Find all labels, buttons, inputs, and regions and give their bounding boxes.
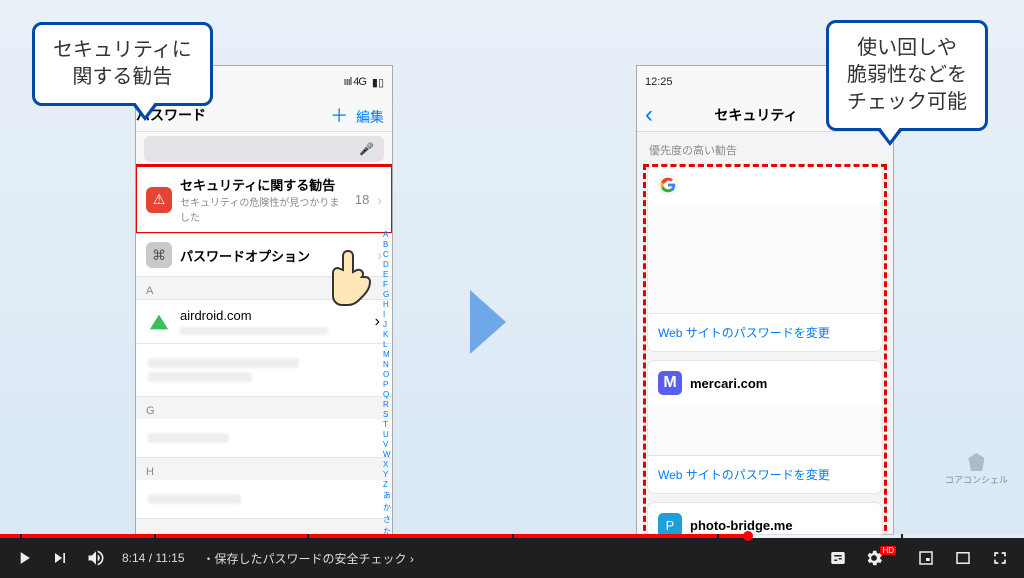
brand-logo-icon [968,453,984,471]
section-header: 優先度の高い勧告 [637,132,893,162]
chevron-right-icon: › [375,313,380,331]
section-header: G [136,397,392,419]
nav-title: パスワード [136,105,330,125]
row-subtitle: セキュリティの危険性が見つかりました [180,194,347,224]
brand-name: コアコンシェル [945,473,1008,486]
nav-actions: ＋ 編集 [330,102,384,128]
battery-icon: ▮▯ [372,76,384,89]
signal-indicator: ıııl 4G [344,76,366,88]
site-name: mercari.com [690,376,767,391]
pointing-hand-icon [328,245,374,315]
video-player-controls: 8:14 / 11:15 ・保存したパスワードの安全チェック › HD [0,538,1024,578]
site-icon: P [658,513,682,535]
shield-alert-icon: ⚠ [146,187,172,213]
mic-icon[interactable]: 🎤 [359,142,374,156]
callout-tail [876,128,904,146]
callout-right: 使い回しや 脆弱性などを チェック可能 [826,20,988,131]
progress-scrubber[interactable] [743,531,753,541]
settings-icon: ⌘ [146,242,172,268]
chapter-title[interactable]: ・保存したパスワードの安全チェック › [203,550,414,567]
recommendation-card-photobridge[interactable]: P photo-bridge.me [647,502,883,535]
play-button[interactable] [14,548,34,568]
chevron-right-icon: › [377,192,382,208]
miniplayer-button[interactable] [916,549,936,567]
hd-badge: HD [880,546,896,555]
change-password-link[interactable]: Web サイトのパスワードを変更 [648,313,882,351]
blurred-username [180,327,328,335]
callout-left: セキュリティに 関する勧告 [32,22,213,106]
callout-text: 使い回しや [847,35,967,62]
callout-tail [131,103,159,121]
chevron-right-icon: › [377,247,382,263]
volume-button[interactable] [86,548,106,568]
row-title: セキュリティに関する勧告 [180,175,347,194]
timecode: 8:14 / 11:15 [122,551,185,565]
callout-text: 脆弱性などを [847,62,967,89]
blurred-item[interactable] [136,344,392,397]
site-favicon [148,311,170,333]
brand-watermark: コアコンシェル [945,453,1008,486]
change-password-link[interactable]: Web サイトのパスワードを変更 [648,455,882,493]
clock: 12:25 [645,76,673,88]
alpha-index[interactable]: ABCDEFGHIJKLMNOPQRSTUVWXYZあかさたなはまやら [383,230,391,535]
callout-text: セキュリティに [53,37,192,64]
chevron-right-icon: › [410,552,414,566]
blurred-item[interactable] [136,419,392,458]
theater-button[interactable] [952,549,974,567]
subtitles-button[interactable] [828,549,848,567]
card-body-blurred [648,405,882,455]
settings-button[interactable]: HD [864,548,900,568]
recommendation-card-mercari[interactable]: M mercari.com Web サイトのパスワードを変更 [647,360,883,494]
blurred-item[interactable] [136,480,392,519]
next-button[interactable] [50,548,70,568]
add-button[interactable]: ＋ [330,106,348,126]
mercari-icon: M [658,371,682,395]
edit-button[interactable]: 編集 [356,109,384,125]
callout-text: チェック可能 [847,89,967,116]
fullscreen-button[interactable] [990,548,1010,568]
phone-security-detail: 12:25 ııl ▮ ‹ セキュリティ 優先度の高い勧告 Web サイトのパス… [636,65,894,535]
security-recommendations-row[interactable]: ⚠ セキュリティに関する勧告 セキュリティの危険性が見つかりました 18 › [136,166,392,233]
callout-text: 関する勧告 [53,64,192,91]
google-icon [658,175,678,195]
site-name: photo-bridge.me [690,518,793,533]
tutorial-slide: セキュリティに 関する勧告 使い回しや 脆弱性などを チェック可能 ıııl 4… [0,0,1024,538]
section-header: H [136,458,392,480]
row-count: 18 [355,192,369,207]
search-input[interactable]: 🎤 [144,136,384,162]
recommendation-card-google[interactable]: Web サイトのパスワードを変更 [647,164,883,352]
card-body-blurred [648,205,882,313]
search-wrap: 🎤 [136,132,392,166]
arrow-right-icon [470,290,506,354]
